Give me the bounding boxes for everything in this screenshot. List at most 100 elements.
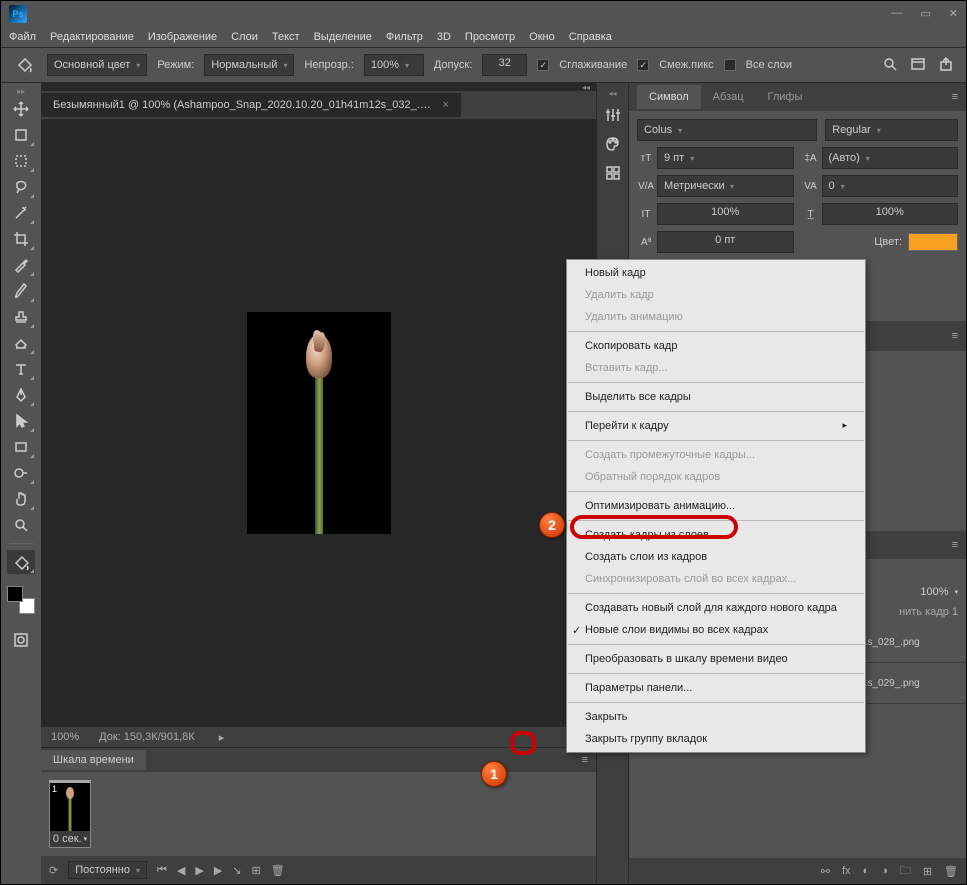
vscale-input[interactable]: 100% xyxy=(657,203,794,225)
next-frame-button[interactable]: ▶ xyxy=(214,864,222,877)
loop-select[interactable]: Постоянно▾ xyxy=(68,861,147,879)
menu-item[interactable]: Преобразовать в шкалу времени видео xyxy=(567,648,865,670)
timeline-frame[interactable]: 1 0 сек.▾ xyxy=(49,780,91,848)
timeline-menu-icon[interactable]: ≡ xyxy=(574,754,596,766)
eraser-tool[interactable] xyxy=(7,331,35,355)
char-panel-menu-icon[interactable]: ≡ xyxy=(944,91,966,103)
menu-item[interactable]: Оптимизировать анимацию... xyxy=(567,495,865,517)
hscale-input[interactable]: 100% xyxy=(822,203,959,225)
document-tab[interactable]: Безымянный1 @ 100% (Ashampoo_Snap_2020.1… xyxy=(41,93,461,117)
foreground-color[interactable] xyxy=(7,586,23,602)
magic-wand-tool[interactable] xyxy=(7,201,35,225)
opacity-input[interactable]: 100%▾ xyxy=(364,54,424,76)
tolerance-input[interactable]: 32 xyxy=(482,54,527,76)
play-button[interactable]: ▶ xyxy=(195,864,203,877)
menu-select[interactable]: Выделение xyxy=(314,31,372,43)
zoom-tool[interactable] xyxy=(7,513,35,537)
baseline-input[interactable]: 0 пт xyxy=(657,231,794,253)
new-frame-button[interactable]: ⊞ xyxy=(252,864,261,877)
fill-opacity-value[interactable]: 100% xyxy=(920,586,948,598)
menu-edit[interactable]: Редактирование xyxy=(50,31,134,43)
menu-item[interactable]: Выделить все кадры xyxy=(567,386,865,408)
menu-item[interactable]: Закрыть xyxy=(567,706,865,728)
menu-filter[interactable]: Фильтр xyxy=(386,31,423,43)
minimize-button[interactable]: — xyxy=(891,7,902,20)
mode-select[interactable]: Нормальный▾ xyxy=(204,54,294,76)
layer-fx-icon[interactable]: fx xyxy=(842,865,851,877)
font-style-select[interactable]: Regular▾ xyxy=(825,119,958,141)
menu-item[interactable]: Создавать новый слой для каждого нового … xyxy=(567,597,865,619)
zoom-level[interactable]: 100% xyxy=(51,731,79,743)
close-button[interactable]: ✕ xyxy=(949,7,958,20)
antialias-checkbox[interactable]: ✓ xyxy=(537,59,549,71)
color-swatches[interactable] xyxy=(7,586,35,614)
new-group-icon[interactable]: 🗀 xyxy=(900,862,911,881)
move-tool[interactable] xyxy=(7,97,35,121)
lasso-tool[interactable] xyxy=(7,175,35,199)
menu-item[interactable]: Новый кадр xyxy=(567,262,865,284)
maximize-button[interactable]: ▭ xyxy=(920,7,930,20)
kerning-select[interactable]: Метрически▾ xyxy=(657,175,794,197)
menu-view[interactable]: Просмотр xyxy=(465,31,515,43)
close-tab-icon[interactable]: × xyxy=(443,99,449,111)
menu-image[interactable]: Изображение xyxy=(148,31,217,43)
new-layer-icon[interactable]: ⊞ xyxy=(923,865,932,878)
contiguous-checkbox[interactable]: ✓ xyxy=(637,59,649,71)
quickmask-toggle[interactable] xyxy=(7,628,35,652)
fill-source-select[interactable]: Основной цвет▾ xyxy=(47,54,147,76)
first-frame-button[interactable]: ⏮ xyxy=(157,864,167,877)
rectangle-tool[interactable] xyxy=(7,435,35,459)
menu-3d[interactable]: 3D xyxy=(437,31,451,43)
type-tool[interactable] xyxy=(7,357,35,381)
adjustments-icon[interactable] xyxy=(604,106,622,127)
menu-item[interactable]: Параметры панели... xyxy=(567,677,865,699)
layer-mask-icon[interactable]: ◐ xyxy=(863,865,870,877)
all-layers-checkbox[interactable] xyxy=(724,59,736,71)
menu-layer[interactable]: Слои xyxy=(231,31,258,43)
tab-glyphs[interactable]: Глифы xyxy=(756,85,815,109)
bucket-tool[interactable] xyxy=(7,550,35,574)
leading-select[interactable]: (Авто)▾ xyxy=(822,147,959,169)
link-layers-icon[interactable]: ⚯ xyxy=(821,865,830,878)
prev-frame-button[interactable]: ◀ xyxy=(177,864,185,877)
path-select-tool[interactable] xyxy=(7,409,35,433)
tab-character[interactable]: Символ xyxy=(637,85,701,109)
menu-window[interactable]: Окно xyxy=(529,31,555,43)
timeline-tab[interactable]: Шкала времени xyxy=(41,750,146,770)
pen-tool[interactable] xyxy=(7,383,35,407)
eyedropper-tool[interactable] xyxy=(7,253,35,277)
menu-item[interactable]: Создать кадры из слоев xyxy=(567,524,865,546)
menu-item[interactable]: Создать слои из кадров xyxy=(567,546,865,568)
tracking-select[interactable]: 0▾ xyxy=(822,175,959,197)
swatches-icon[interactable] xyxy=(604,164,622,185)
menu-help[interactable]: Справка xyxy=(569,31,612,43)
menu-text[interactable]: Текст xyxy=(272,31,300,43)
share-icon[interactable] xyxy=(938,56,954,75)
font-family-select[interactable]: Colus▾ xyxy=(637,119,817,141)
menu-item[interactable]: Скопировать кадр xyxy=(567,335,865,357)
brush-tool[interactable] xyxy=(7,279,35,303)
tab-paragraph[interactable]: Абзац xyxy=(701,85,756,109)
crop-tool[interactable] xyxy=(7,227,35,251)
workspace-icon[interactable] xyxy=(910,56,926,75)
stamp-tool[interactable] xyxy=(7,305,35,329)
artboard-tool[interactable] xyxy=(7,123,35,147)
menu-file[interactable]: Файл xyxy=(9,31,36,43)
hand-tool[interactable] xyxy=(7,487,35,511)
font-size-select[interactable]: 9 пт▾ xyxy=(657,147,794,169)
dodge-tool[interactable] xyxy=(7,461,35,485)
delete-layer-icon[interactable]: 🗑 xyxy=(944,865,958,878)
text-color-swatch[interactable] xyxy=(908,233,958,251)
color-icon[interactable] xyxy=(604,135,622,156)
history-panel-menu-icon[interactable]: ≡ xyxy=(944,330,966,342)
marquee-tool[interactable] xyxy=(7,149,35,173)
delete-frame-button[interactable]: 🗑 xyxy=(271,864,285,877)
canvas-viewport[interactable] xyxy=(41,119,596,727)
menu-item[interactable]: Закрыть группу вкладок xyxy=(567,728,865,750)
menu-item[interactable]: Новые слои видимы во всех кадрах xyxy=(567,619,865,641)
layers-panel-menu-icon[interactable]: ≡ xyxy=(944,539,966,551)
tween-button[interactable]: ↘ xyxy=(232,864,241,877)
menu-item[interactable]: Перейти к кадру xyxy=(567,415,865,437)
search-icon[interactable] xyxy=(882,56,898,75)
adjustment-layer-icon[interactable]: ◑ xyxy=(881,865,888,877)
